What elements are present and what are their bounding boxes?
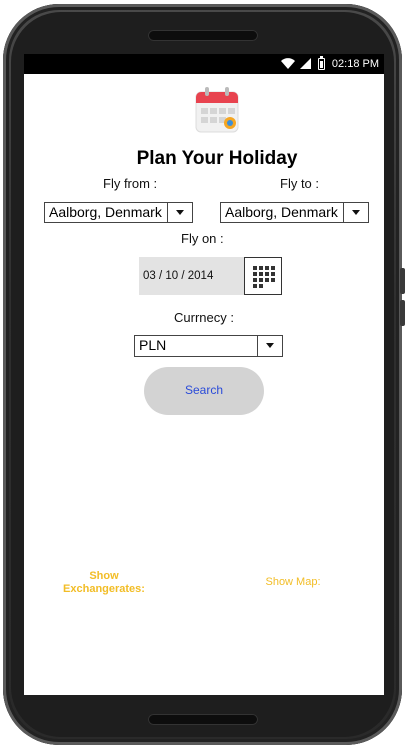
volume-down-button (400, 300, 405, 326)
date-field[interactable]: 03 / 10 / 2014 (139, 257, 245, 295)
page-title: Plan Your Holiday (136, 148, 298, 169)
currency-select[interactable]: PLN (134, 335, 283, 357)
bottom-speaker (148, 714, 258, 725)
fly-from-label: Fly from : (103, 176, 158, 191)
fly-to-label: Fly to : (280, 176, 320, 191)
show-map-link[interactable]: Show Map: (243, 576, 343, 588)
fly-to-select[interactable]: Aalborg, Denmark (220, 202, 369, 223)
search-button[interactable]: Search (144, 367, 264, 415)
status-bar: 02:18 PM (24, 54, 384, 74)
fly-to-value: Aalborg, Denmark (225, 204, 338, 220)
date-picker-button[interactable] (244, 257, 282, 295)
show-exchangerates-link[interactable]: Show Exchangerates: (54, 570, 154, 596)
fly-from-select[interactable]: Aalborg, Denmark (44, 202, 193, 223)
fly-from-value: Aalborg, Denmark (49, 204, 162, 220)
top-speaker (148, 30, 258, 41)
calendar-icon (195, 87, 239, 133)
chevron-down-icon[interactable] (343, 203, 368, 222)
fly-on-label: Fly on : (181, 231, 224, 246)
chevron-down-icon[interactable] (257, 336, 282, 356)
currency-value: PLN (139, 337, 167, 353)
battery-icon (318, 56, 325, 70)
chevron-down-icon[interactable] (167, 203, 192, 222)
date-value: 03 / 10 / 2014 (143, 270, 214, 282)
calendar-grid-icon (251, 264, 277, 290)
currency-label: Currnecy : (174, 310, 234, 325)
screen: 02:18 PM Plan Your Holiday Fly from : Fl… (24, 54, 384, 695)
volume-up-button (400, 268, 405, 294)
signal-icon (300, 58, 311, 69)
wifi-icon (281, 58, 295, 69)
status-time: 02:18 PM (331, 58, 379, 70)
